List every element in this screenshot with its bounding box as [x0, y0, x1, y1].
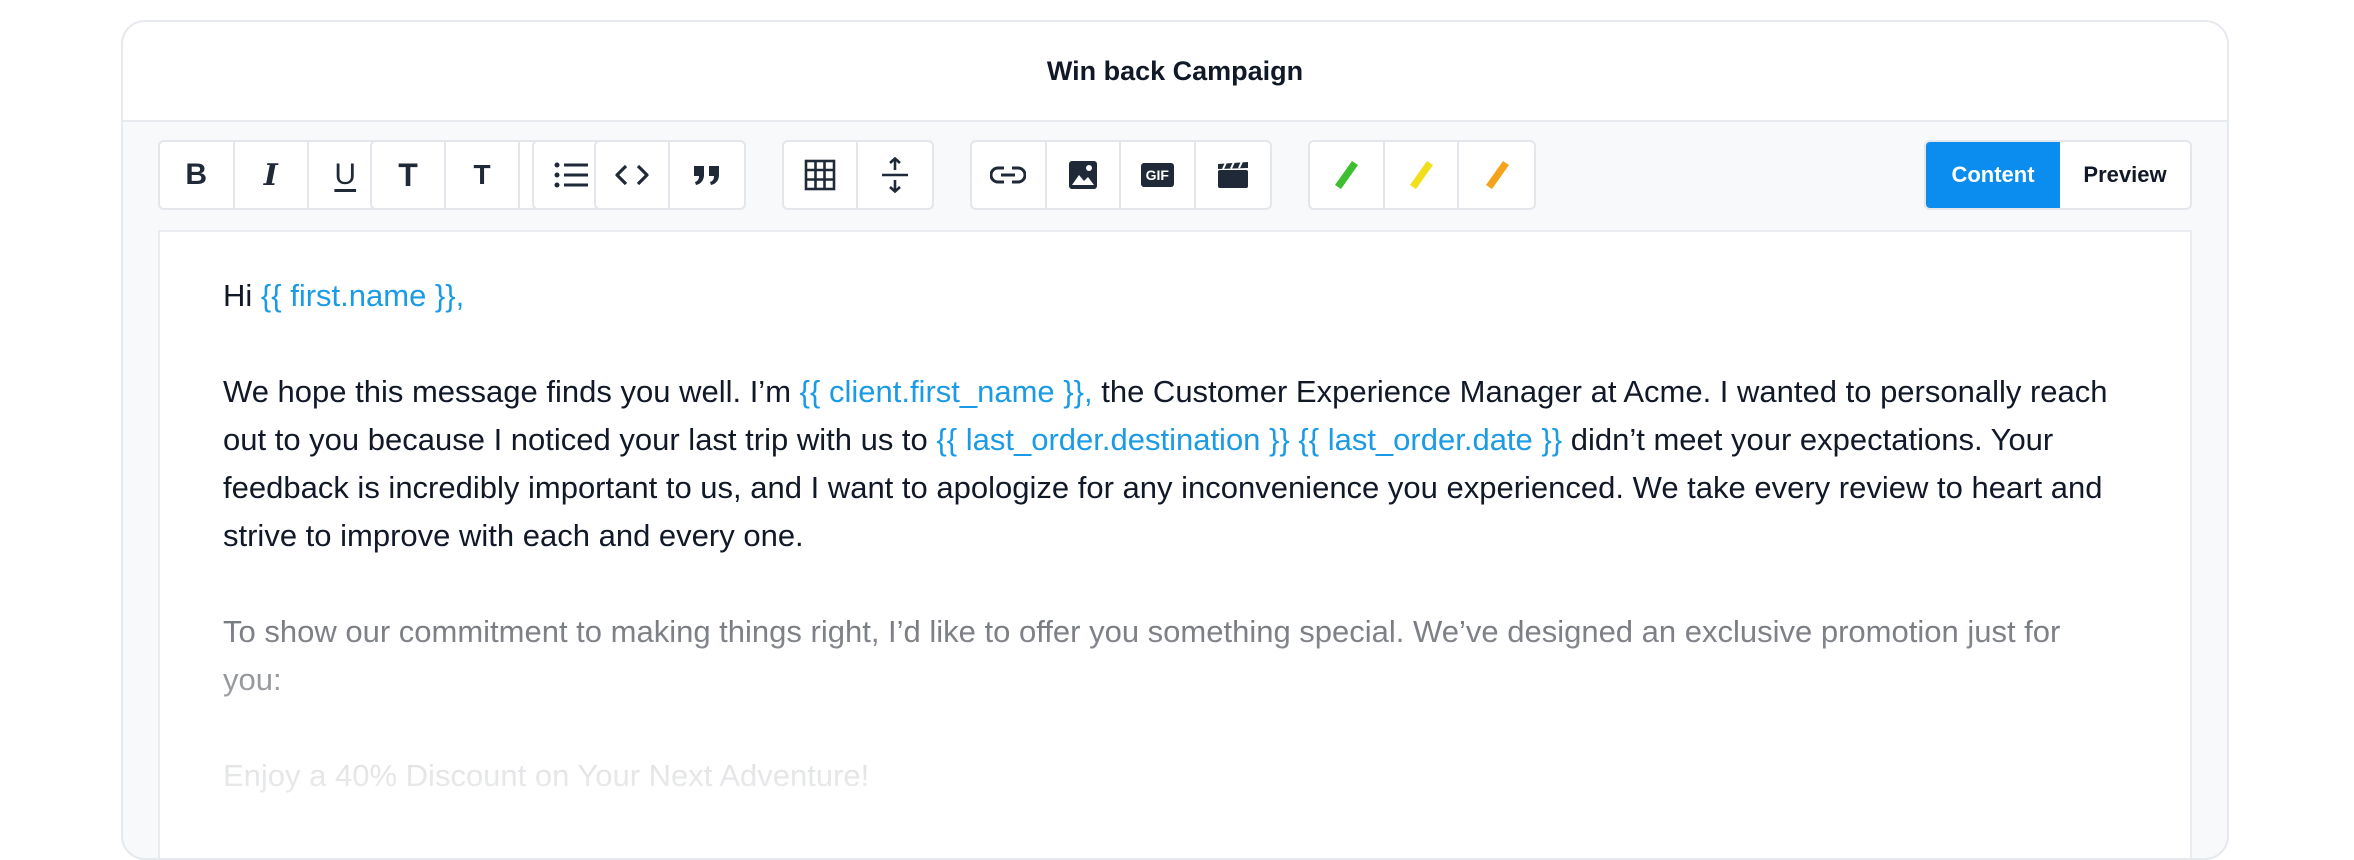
link-icon [990, 165, 1027, 185]
code-icon [615, 163, 649, 187]
bold-button[interactable]: B [160, 142, 235, 208]
underline-icon: U [334, 158, 357, 191]
window-title: Win back Campaign [123, 22, 2227, 122]
highlight-yellow-button[interactable] [1385, 142, 1460, 208]
highlight-yellow-icon [1407, 159, 1435, 191]
code-button[interactable] [596, 142, 671, 208]
heading1-icon: T [398, 156, 418, 193]
view-toggle: Content Preview [1924, 140, 2192, 210]
bulleted-list-icon [554, 161, 588, 189]
paragraph-offer: To show our commitment to making things … [223, 614, 2061, 697]
paragraph-discount: Enjoy a 40% Discount on Your Next Advent… [223, 758, 870, 793]
gif-button[interactable]: GIF [1121, 142, 1196, 208]
highlight-green-icon [1332, 159, 1360, 191]
bold-icon: B [185, 158, 208, 191]
spacing-button[interactable] [858, 142, 932, 208]
preview-tab[interactable]: Preview [2060, 142, 2190, 208]
quote-icon [693, 164, 721, 186]
heading2-button[interactable]: T [446, 142, 521, 208]
gif-icon: GIF [1140, 163, 1174, 187]
date-variable: {{ last_order.date }} [1298, 422, 1563, 457]
table-icon [804, 159, 836, 191]
heading1-button[interactable]: T [372, 142, 447, 208]
highlight-green-button[interactable] [1310, 142, 1385, 208]
quote-button[interactable] [670, 142, 744, 208]
image-icon [1068, 160, 1098, 190]
code-quote-group [594, 140, 746, 210]
italic-icon: I [263, 157, 278, 193]
spacing-icon [880, 157, 910, 193]
media-group: GIF [970, 140, 1272, 210]
editor-window: Win back Campaign B I U A T T T [121, 20, 2229, 860]
paragraph-apology: We hope this message finds you well. I’m… [223, 374, 2108, 553]
heading2-icon: T [473, 159, 491, 190]
client-first-name-variable: {{ client.first_name }}, [799, 374, 1093, 409]
highlight-orange-button[interactable] [1459, 142, 1534, 208]
email-body-editor[interactable]: Hi {{ first.name }}, We hope this messag… [158, 230, 2192, 858]
first-name-variable: {{ first.name }}, [260, 278, 465, 313]
image-button[interactable] [1047, 142, 1121, 208]
table-group [782, 140, 934, 210]
table-button[interactable] [784, 142, 859, 208]
content-tab[interactable]: Content [1926, 142, 2060, 208]
highlight-group [1308, 140, 1536, 210]
link-button[interactable] [972, 142, 1047, 208]
video-icon [1217, 161, 1249, 189]
video-button[interactable] [1196, 142, 1270, 208]
italic-button[interactable]: I [235, 142, 309, 208]
greeting-line: Hi {{ first.name }}, [223, 278, 465, 313]
destination-variable: {{ last_order.destination }} [936, 422, 1290, 457]
formatting-toolbar: B I U A T T T [158, 140, 2192, 214]
highlight-orange-icon [1483, 159, 1511, 191]
